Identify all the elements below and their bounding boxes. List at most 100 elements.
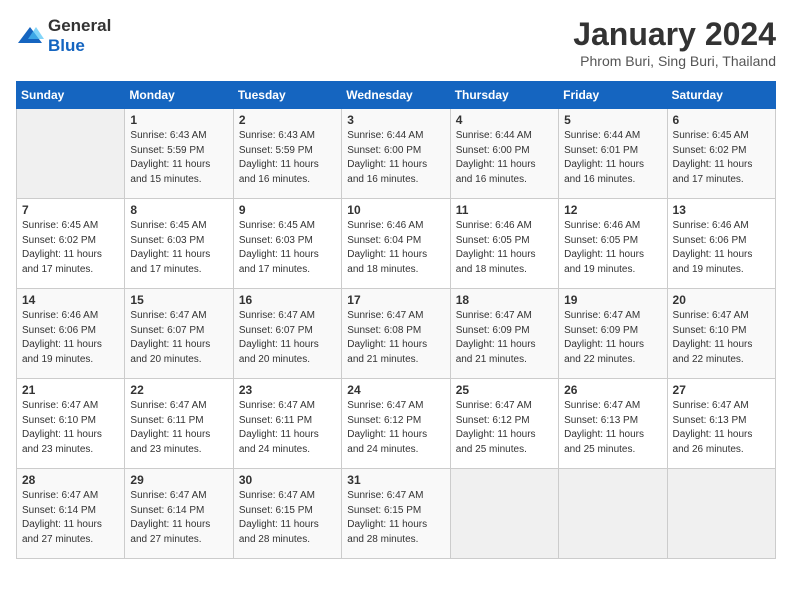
calendar-cell [450,469,558,559]
day-info: Sunrise: 6:46 AMSunset: 6:06 PMDaylight:… [673,219,770,277]
day-info: Sunrise: 6:47 AMSunset: 6:12 PMDaylight:… [347,399,444,457]
day-number: 7 [22,203,119,217]
day-number: 6 [673,113,770,127]
day-of-week-sunday: Sunday [17,82,125,109]
day-number: 4 [456,113,553,127]
day-info: Sunrise: 6:46 AMSunset: 6:05 PMDaylight:… [564,219,661,277]
day-of-week-monday: Monday [125,82,233,109]
calendar-cell: 12 Sunrise: 6:46 AMSunset: 6:05 PMDayligh… [559,199,667,289]
calendar-cell: 22 Sunrise: 6:47 AMSunset: 6:11 PMDayligh… [125,379,233,469]
day-info: Sunrise: 6:44 AMSunset: 6:01 PMDaylight:… [564,129,661,187]
calendar-cell: 16 Sunrise: 6:47 AMSunset: 6:07 PMDayligh… [233,289,341,379]
day-info: Sunrise: 6:47 AMSunset: 6:11 PMDaylight:… [239,399,336,457]
calendar-cell: 14Sunrise: 6:46 AMSunset: 6:06 PMDayligh… [17,289,125,379]
day-info: Sunrise: 6:47 AMSunset: 6:13 PMDaylight:… [564,399,661,457]
calendar-cell: 9Sunrise: 6:45 AMSunset: 6:03 PMDaylight… [233,199,341,289]
day-number: 15 [130,293,227,307]
logo-text: General Blue [48,16,111,56]
day-number: 14 [22,293,119,307]
calendar-cell: 15Sunrise: 6:47 AMSunset: 6:07 PMDayligh… [125,289,233,379]
day-info: Sunrise: 6:45 AMSunset: 6:03 PMDaylight:… [130,219,227,277]
calendar-cell: 30 Sunrise: 6:47 AMSunset: 6:15 PMDayligh… [233,469,341,559]
calendar-cell: 26 Sunrise: 6:47 AMSunset: 6:13 PMDayligh… [559,379,667,469]
day-info: Sunrise: 6:45 AMSunset: 6:02 PMDaylight:… [673,129,770,187]
day-info: Sunrise: 6:47 AMSunset: 6:09 PMDaylight:… [456,309,553,367]
day-of-week-wednesday: Wednesday [342,82,450,109]
day-of-week-tuesday: Tuesday [233,82,341,109]
day-info: Sunrise: 6:46 AMSunset: 6:04 PMDaylight:… [347,219,444,277]
day-number: 11 [456,203,553,217]
day-number: 26 [564,383,661,397]
day-info: Sunrise: 6:47 AMSunset: 6:15 PMDaylight:… [347,489,444,547]
calendar-cell: 29Sunrise: 6:47 AMSunset: 6:14 PMDayligh… [125,469,233,559]
calendar-cell [17,109,125,199]
calendar-cell: 31 Sunrise: 6:47 AMSunset: 6:15 PMDayligh… [342,469,450,559]
day-info: Sunrise: 6:47 AMSunset: 6:15 PMDaylight:… [239,489,336,547]
day-info: Sunrise: 6:44 AMSunset: 6:00 PMDaylight:… [456,129,553,187]
day-info: Sunrise: 6:47 AMSunset: 6:08 PMDaylight:… [347,309,444,367]
location-subtitle: Phrom Buri, Sing Buri, Thailand [573,53,776,69]
calendar-cell: 10 Sunrise: 6:46 AMSunset: 6:04 PMDayligh… [342,199,450,289]
day-number: 25 [456,383,553,397]
calendar-cell: 4 Sunrise: 6:44 AMSunset: 6:00 PMDaylight… [450,109,558,199]
calendar-cell: 23 Sunrise: 6:47 AMSunset: 6:11 PMDayligh… [233,379,341,469]
calendar-cell: 7 Sunrise: 6:45 AMSunset: 6:02 PMDaylight… [17,199,125,289]
calendar-week-row: 1 Sunrise: 6:43 AMSunset: 5:59 PMDaylight… [17,109,776,199]
calendar-cell: 13Sunrise: 6:46 AMSunset: 6:06 PMDayligh… [667,199,775,289]
day-number: 8 [130,203,227,217]
calendar-cell: 20Sunrise: 6:47 AMSunset: 6:10 PMDayligh… [667,289,775,379]
calendar-cell: 11 Sunrise: 6:46 AMSunset: 6:05 PMDayligh… [450,199,558,289]
calendar-cell: 5Sunrise: 6:44 AMSunset: 6:01 PMDaylight… [559,109,667,199]
calendar-week-row: 21Sunrise: 6:47 AMSunset: 6:10 PMDayligh… [17,379,776,469]
day-number: 3 [347,113,444,127]
month-title: January 2024 [573,16,776,53]
logo-general: General [48,16,111,35]
calendar-cell: 17 Sunrise: 6:47 AMSunset: 6:08 PMDayligh… [342,289,450,379]
day-number: 27 [673,383,770,397]
calendar-cell [559,469,667,559]
calendar-header-row: SundayMondayTuesdayWednesdayThursdayFrid… [17,82,776,109]
calendar-week-row: 28 Sunrise: 6:47 AMSunset: 6:14 PMDayligh… [17,469,776,559]
calendar-cell: 24 Sunrise: 6:47 AMSunset: 6:12 PMDayligh… [342,379,450,469]
calendar-cell: 25 Sunrise: 6:47 AMSunset: 6:12 PMDayligh… [450,379,558,469]
day-info: Sunrise: 6:47 AMSunset: 6:12 PMDaylight:… [456,399,553,457]
day-number: 20 [673,293,770,307]
calendar-cell: 6 Sunrise: 6:45 AMSunset: 6:02 PMDaylight… [667,109,775,199]
day-number: 22 [130,383,227,397]
day-number: 23 [239,383,336,397]
day-info: Sunrise: 6:45 AMSunset: 6:02 PMDaylight:… [22,219,119,277]
day-info: Sunrise: 6:47 AMSunset: 6:13 PMDaylight:… [673,399,770,457]
day-of-week-saturday: Saturday [667,82,775,109]
day-info: Sunrise: 6:47 AMSunset: 6:07 PMDaylight:… [239,309,336,367]
calendar-week-row: 7 Sunrise: 6:45 AMSunset: 6:02 PMDaylight… [17,199,776,289]
day-number: 28 [22,473,119,487]
day-info: Sunrise: 6:43 AMSunset: 5:59 PMDaylight:… [239,129,336,187]
day-number: 30 [239,473,336,487]
calendar-cell: 3Sunrise: 6:44 AMSunset: 6:00 PMDaylight… [342,109,450,199]
calendar-cell: 8 Sunrise: 6:45 AMSunset: 6:03 PMDaylight… [125,199,233,289]
logo-icon [16,25,44,47]
calendar-cell: 27 Sunrise: 6:47 AMSunset: 6:13 PMDayligh… [667,379,775,469]
title-area: January 2024 Phrom Buri, Sing Buri, Thai… [573,16,776,69]
day-number: 16 [239,293,336,307]
calendar-cell: 19Sunrise: 6:47 AMSunset: 6:09 PMDayligh… [559,289,667,379]
header: General Blue January 2024 Phrom Buri, Si… [16,16,776,69]
day-number: 29 [130,473,227,487]
calendar-cell: 2 Sunrise: 6:43 AMSunset: 5:59 PMDaylight… [233,109,341,199]
day-number: 24 [347,383,444,397]
day-number: 12 [564,203,661,217]
day-info: Sunrise: 6:43 AMSunset: 5:59 PMDaylight:… [130,129,227,187]
day-number: 31 [347,473,444,487]
calendar-cell: 28 Sunrise: 6:47 AMSunset: 6:14 PMDayligh… [17,469,125,559]
day-number: 10 [347,203,444,217]
day-number: 2 [239,113,336,127]
calendar-cell: 1 Sunrise: 6:43 AMSunset: 5:59 PMDaylight… [125,109,233,199]
day-number: 17 [347,293,444,307]
day-info: Sunrise: 6:47 AMSunset: 6:11 PMDaylight:… [130,399,227,457]
day-info: Sunrise: 6:47 AMSunset: 6:14 PMDaylight:… [22,489,119,547]
day-of-week-thursday: Thursday [450,82,558,109]
logo: General Blue [16,16,111,56]
day-number: 1 [130,113,227,127]
calendar-cell [667,469,775,559]
day-info: Sunrise: 6:46 AMSunset: 6:05 PMDaylight:… [456,219,553,277]
